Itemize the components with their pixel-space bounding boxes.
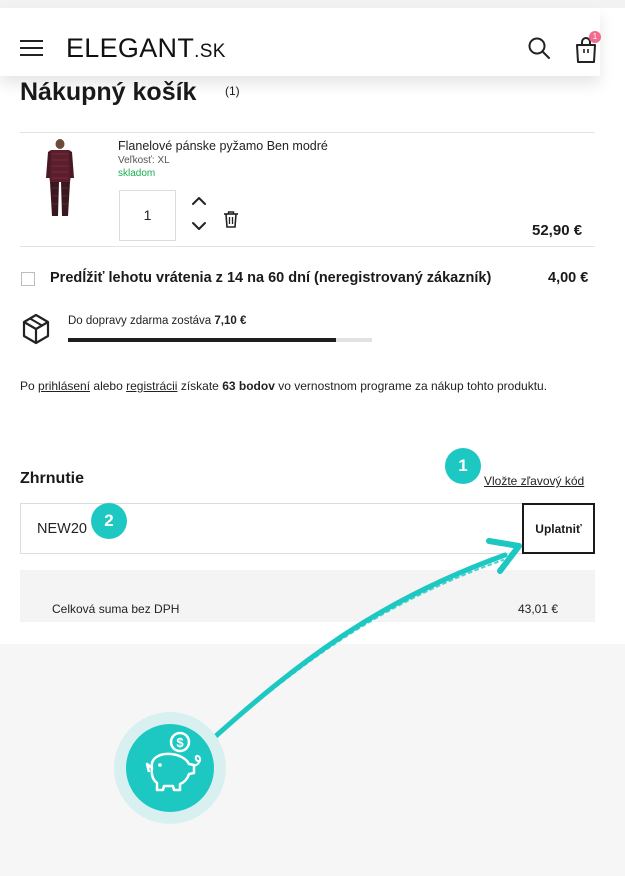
free-shipping-label: Do dopravy zdarma zostáva — [68, 315, 212, 327]
page-title: Nákupný košík — [20, 78, 197, 106]
loyalty-middle: alebo — [93, 379, 123, 393]
register-link[interactable]: registrácii — [126, 379, 177, 393]
site-logo[interactable]: ELEGANT.SK — [66, 33, 226, 64]
free-shipping-text: Do dopravy zdarma zostáva 7,10 € — [68, 315, 246, 327]
loyalty-prefix: Po — [20, 379, 35, 393]
top-strip — [0, 0, 625, 8]
total-without-vat-value: 43,01 € — [518, 602, 559, 616]
divider — [20, 246, 595, 247]
loyalty-text-before-points: získate — [180, 379, 219, 393]
page-background-bottom — [0, 644, 625, 876]
loyalty-text: Po prihlásení alebo registrácii získate … — [20, 374, 580, 398]
callout-badge-2: 2 — [91, 503, 127, 539]
svg-text:$: $ — [176, 735, 184, 750]
return-extension-label[interactable]: Predĺžiť lehotu vrátenia z 14 na 60 dní … — [50, 270, 491, 286]
logo-suffix: .SK — [194, 41, 226, 62]
chevron-up-icon[interactable] — [191, 196, 207, 206]
return-extension-price: 4,00 € — [548, 270, 589, 286]
cart-count-badge: 1 — [589, 31, 601, 43]
loyalty-suffix: vo vernostnom programe za nákup tohto pr… — [278, 379, 548, 393]
product-name[interactable]: Flanelové pánske pyžamo Ben modré — [118, 139, 328, 153]
callout-badge-1: 1 — [445, 448, 481, 484]
product-size: Veľkosť: XL — [118, 155, 170, 166]
divider — [20, 132, 595, 133]
loyalty-points: 63 bodov — [222, 379, 275, 393]
return-extension-checkbox[interactable] — [21, 272, 35, 286]
coupon-code-link[interactable]: Vložte zľavový kód — [484, 474, 584, 488]
piggy-bank-coin-icon: $ — [145, 731, 202, 792]
logo-main: ELEGANT — [66, 33, 195, 63]
free-shipping-progress-fill — [68, 338, 336, 342]
stock-status: skladom — [118, 168, 156, 179]
product-price: 52,90 € — [532, 222, 583, 239]
login-link[interactable]: prihlásení — [38, 379, 90, 393]
site-header: ELEGANT.SK — [0, 8, 600, 76]
free-shipping-progress — [68, 338, 372, 342]
product-image[interactable] — [40, 138, 80, 220]
total-without-vat-label: Celková suma bez DPH — [52, 602, 180, 616]
hamburger-menu-icon[interactable] — [20, 40, 43, 56]
quantity-input[interactable]: 1 — [119, 190, 176, 241]
summary-title: Zhrnutie — [20, 470, 84, 487]
apply-coupon-button[interactable]: Uplatniť — [522, 503, 595, 554]
free-shipping-amount: 7,10 € — [214, 315, 247, 327]
chevron-down-icon[interactable] — [191, 221, 207, 231]
trash-icon[interactable] — [223, 210, 239, 228]
cart-item-count: (1) — [225, 84, 240, 98]
package-box-icon — [22, 313, 50, 345]
search-icon[interactable] — [527, 36, 551, 60]
